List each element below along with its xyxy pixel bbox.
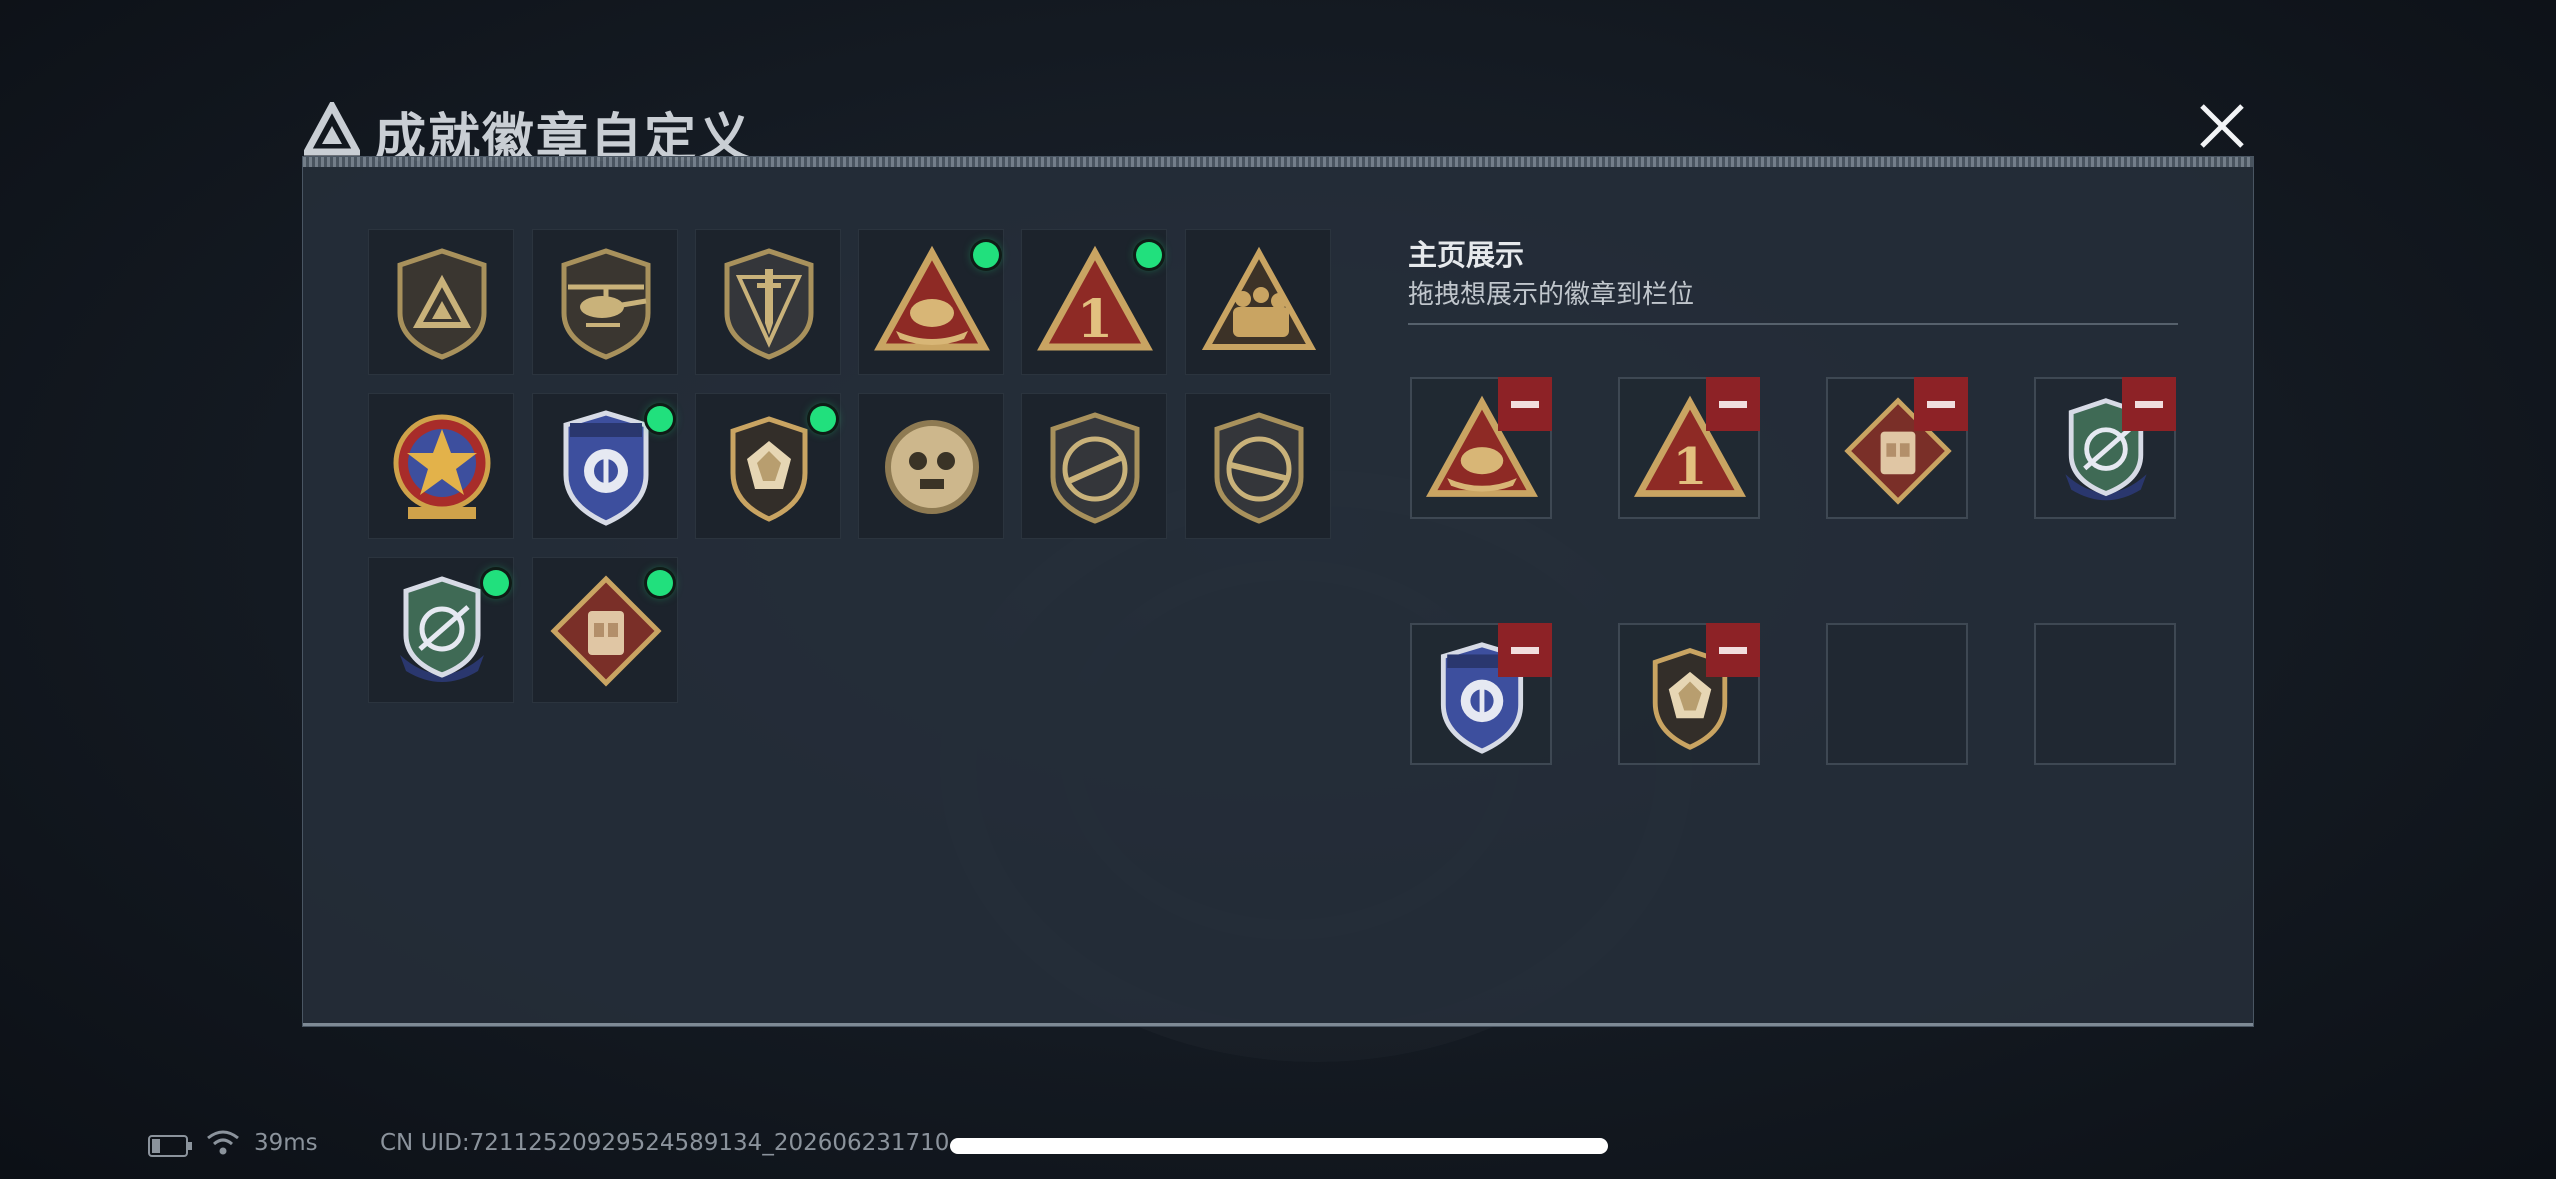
showcase-divider xyxy=(1408,323,2178,325)
minus-icon xyxy=(1719,400,1747,408)
badge-slot-vest-diamond[interactable] xyxy=(532,557,678,703)
badge-slot-rifle-shield[interactable] xyxy=(1021,393,1167,539)
showcase-title: 主页展示 xyxy=(1408,238,1525,272)
remove-badge-button[interactable] xyxy=(1706,377,1760,431)
minus-icon xyxy=(1511,400,1539,408)
display-slot[interactable] xyxy=(1826,377,1968,519)
new-indicator-dot xyxy=(647,406,673,432)
rifle-shield-badge-2-icon xyxy=(1214,412,1304,524)
badge-slot-dagger-shield[interactable] xyxy=(695,229,841,375)
remove-badge-button[interactable] xyxy=(2122,377,2176,431)
new-indicator-dot xyxy=(1136,242,1162,268)
close-button[interactable] xyxy=(2192,96,2252,156)
badge-number-text: 1 xyxy=(1673,437,1708,496)
panel-top-divider xyxy=(303,157,2253,167)
display-slot-empty[interactable] xyxy=(2034,623,2176,765)
minus-icon xyxy=(1927,400,1955,408)
remove-badge-button[interactable] xyxy=(1914,377,1968,431)
badge-slot-triangle-shield[interactable] xyxy=(368,229,514,375)
triangle-logo-icon xyxy=(304,102,360,156)
home-indicator[interactable] xyxy=(950,1138,1608,1154)
badge-slot-green-crest[interactable] xyxy=(368,557,514,703)
panel-bottom-divider xyxy=(303,1023,2253,1026)
badge-slot-star-medal[interactable] xyxy=(368,393,514,539)
new-indicator-dot xyxy=(810,406,836,432)
display-slot[interactable] xyxy=(1410,623,1552,765)
soldiers-triangle-badge-icon xyxy=(1201,246,1317,350)
badge-slot-number-one[interactable]: 1 xyxy=(1021,229,1167,375)
wifi-icon xyxy=(207,1130,239,1155)
star-medal-badge-icon xyxy=(393,414,491,519)
showcase-subtitle: 拖拽想展示的徽章到栏位 xyxy=(1408,280,1695,310)
ping-text: 39ms xyxy=(254,1130,318,1156)
helicopter-badge-icon xyxy=(561,248,651,360)
badge-number-text: 1 xyxy=(1077,289,1113,350)
close-icon xyxy=(2200,104,2244,148)
new-indicator-dot xyxy=(973,242,999,268)
skull-round-badge-icon xyxy=(885,420,979,514)
badge-slot-blue-shield[interactable] xyxy=(532,393,678,539)
badge-slot-rifle-shield-2[interactable] xyxy=(1185,393,1331,539)
display-slot[interactable] xyxy=(2034,377,2176,519)
minus-icon xyxy=(1511,646,1539,654)
badge-slot-soldiers[interactable] xyxy=(1185,229,1331,375)
dagger-shield-badge-icon xyxy=(724,248,814,360)
minus-icon xyxy=(2135,400,2163,408)
new-indicator-dot xyxy=(647,570,673,596)
badge-slot-hands-triangle[interactable] xyxy=(858,229,1004,375)
uid-text: CN UID:72112520929524589134_202606231710 xyxy=(380,1130,950,1156)
display-slot[interactable] xyxy=(1410,377,1552,519)
rifle-shield-badge-icon xyxy=(1050,412,1140,524)
badge-slot-helicopter[interactable] xyxy=(532,229,678,375)
remove-badge-button[interactable] xyxy=(1498,623,1552,677)
minus-icon xyxy=(1719,646,1747,654)
remove-badge-button[interactable] xyxy=(1498,377,1552,431)
display-slot-empty[interactable] xyxy=(1826,623,1968,765)
triangle-shield-badge-icon xyxy=(397,248,487,360)
battery-icon xyxy=(148,1135,192,1157)
badge-slot-fist-shield[interactable] xyxy=(695,393,841,539)
new-indicator-dot xyxy=(483,570,509,596)
display-slot[interactable]: 1 xyxy=(1618,377,1760,519)
display-slot[interactable] xyxy=(1618,623,1760,765)
badge-slot-skull[interactable] xyxy=(858,393,1004,539)
remove-badge-button[interactable] xyxy=(1706,623,1760,677)
